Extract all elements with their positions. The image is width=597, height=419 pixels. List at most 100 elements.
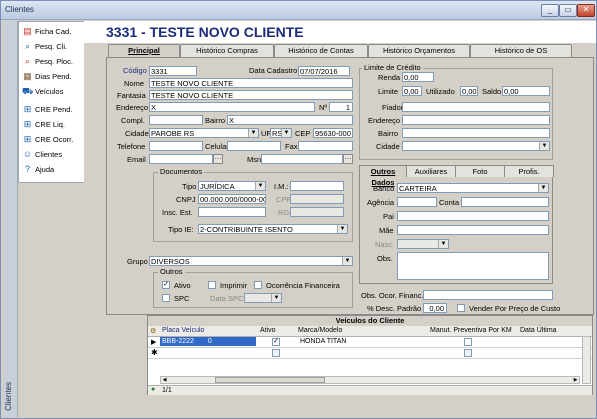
- vertical-scrollbar[interactable]: [582, 336, 591, 384]
- numero-label: Nº: [319, 103, 328, 112]
- email-field[interactable]: [149, 154, 213, 164]
- tab-historico-contas[interactable]: Histórico de Contas: [274, 44, 368, 57]
- menu-item-label: Ajuda: [35, 165, 55, 174]
- menu-item-3[interactable]: ▦ Dias Pend.: [19, 69, 84, 84]
- nasc-field[interactable]: ▼: [397, 239, 449, 249]
- pai-label: Pai: [383, 212, 394, 221]
- menu-item-0[interactable]: ▤ Ficha Cad.: [19, 24, 84, 39]
- cnpj-field[interactable]: 00.000.000/0000-00: [198, 194, 266, 204]
- col-data-ultima[interactable]: Data Última: [520, 327, 557, 336]
- data-spc-field[interactable]: ▼: [244, 293, 282, 303]
- scroll-left-icon[interactable]: ◀: [161, 377, 168, 383]
- table-row[interactable]: ▶ BBB-2222 0 ✓ HONDA TITAN: [148, 337, 592, 348]
- fax-field[interactable]: [298, 141, 353, 151]
- tab-historico-compras[interactable]: Histórico Compras: [180, 44, 274, 57]
- agencia-field[interactable]: [397, 197, 437, 207]
- data-cadastro-label: Data Cadastro: [249, 66, 298, 75]
- bairro-field[interactable]: X: [227, 115, 353, 125]
- scroll-right-icon[interactable]: ▶: [572, 377, 579, 383]
- subtab-profis[interactable]: Profis.: [504, 165, 554, 177]
- tipo-ie-select[interactable]: 2-CONTRIBUINTE ISENTO ▼: [198, 224, 348, 234]
- utilizado-field[interactable]: 0,00: [460, 86, 478, 96]
- desc-padrao-field[interactable]: 0,00: [423, 303, 447, 313]
- menu-item-1[interactable]: ⌕ Pesq. Cli.: [19, 39, 84, 54]
- endereco-field[interactable]: X: [149, 102, 315, 112]
- spc-checkbox[interactable]: [162, 294, 170, 302]
- ocorrencia-checkbox[interactable]: [254, 281, 262, 289]
- codigo-field[interactable]: 3331: [149, 66, 197, 76]
- banco-select[interactable]: CARTEIRA ▼: [397, 183, 549, 193]
- rg-label: RG: [278, 208, 290, 217]
- tab-principal[interactable]: Principal: [108, 44, 180, 58]
- rg-field[interactable]: [290, 207, 344, 217]
- cidade-select[interactable]: PAROBE RS ▼: [149, 128, 259, 138]
- msn-field[interactable]: [261, 154, 343, 164]
- imprimir-checkbox[interactable]: [208, 281, 216, 289]
- celular-field[interactable]: [227, 141, 281, 151]
- row-manut-checkbox[interactable]: [464, 338, 472, 346]
- cre-pend-icon: ⊞: [23, 104, 32, 114]
- restore-button[interactable]: ▭: [559, 4, 577, 17]
- mae-field[interactable]: [397, 225, 549, 235]
- minimize-button[interactable]: _: [541, 4, 559, 17]
- horizontal-scrollbar[interactable]: ◀ ▶: [160, 376, 580, 384]
- placa-cell[interactable]: BBB-2222 0: [160, 337, 256, 346]
- grupo-select[interactable]: DIVERSOS ▼: [149, 256, 353, 266]
- email-lookup-button[interactable]: …: [213, 154, 223, 164]
- data-cadastro-field[interactable]: 07/07/2016: [298, 66, 350, 76]
- subtab-auxiliares[interactable]: Auxiliares: [406, 165, 456, 177]
- im-field[interactable]: [290, 181, 344, 191]
- col-placa[interactable]: Placa Veículo: [162, 327, 204, 336]
- cre-ocorr-icon: ⊞: [23, 134, 32, 144]
- col-ativo[interactable]: Ativo: [260, 327, 276, 336]
- cpf-field[interactable]: [290, 194, 344, 204]
- msn-lookup-button[interactable]: …: [343, 154, 353, 164]
- msn-label: Msn: [247, 155, 262, 164]
- table-row-new[interactable]: ✱: [148, 348, 592, 359]
- tab-historico-orcamentos[interactable]: Histórico Orçamentos: [368, 44, 470, 57]
- obs-textarea[interactable]: [397, 252, 549, 280]
- scroll-thumb[interactable]: [215, 377, 325, 383]
- menu-item-6[interactable]: ⊞ CRE Liq.: [19, 117, 84, 132]
- conta-field[interactable]: [461, 197, 549, 207]
- subtab-foto[interactable]: Foto: [455, 165, 505, 177]
- fantasia-field[interactable]: TESTE NOVO CLIENTE: [149, 90, 353, 100]
- cep-field[interactable]: 95630-000: [313, 128, 353, 138]
- limite-field[interactable]: 0,00: [402, 86, 422, 96]
- menu-item-9[interactable]: ? Ajuda: [19, 162, 84, 177]
- credito-cidade-select[interactable]: ▼: [402, 141, 550, 151]
- grid-settings-icon[interactable]: ⚙: [150, 327, 156, 336]
- pai-field[interactable]: [397, 211, 549, 221]
- obs-ocor-field[interactable]: [423, 290, 553, 300]
- menu-item-8[interactable]: ☺ Clientes: [19, 147, 84, 162]
- numero-field[interactable]: 1: [329, 102, 353, 112]
- fiador-field[interactable]: [402, 102, 550, 112]
- nome-field[interactable]: TESTE NOVO CLIENTE: [149, 78, 353, 88]
- new-row-manut-checkbox[interactable]: [464, 349, 472, 357]
- fantasia-label: Fantasia: [117, 91, 146, 100]
- vender-custo-checkbox[interactable]: [457, 304, 465, 312]
- col-marca[interactable]: Marca/Modelo: [298, 327, 342, 336]
- insc-est-field[interactable]: [198, 207, 266, 217]
- new-row-ativo-checkbox[interactable]: [272, 349, 280, 357]
- menu-item-4[interactable]: ⛟ Veículos: [19, 84, 84, 99]
- menu-item-label: CRE Liq.: [35, 120, 66, 129]
- menu-item-7[interactable]: ⊞ CRE Ocorr.: [19, 132, 84, 147]
- renda-field[interactable]: 0,00: [402, 72, 434, 82]
- menu-item-5[interactable]: ⊞ CRE Pend.: [19, 102, 84, 117]
- menu-item-2[interactable]: ⌕ Pesq. Ploc.: [19, 54, 84, 69]
- compl-field[interactable]: [149, 115, 203, 125]
- subtab-outros-dados[interactable]: Outros Dados: [359, 165, 407, 187]
- credito-endereco-field[interactable]: [402, 115, 550, 125]
- saldo-field[interactable]: 0,00: [502, 86, 550, 96]
- ativo-checkbox[interactable]: ✓: [162, 281, 170, 289]
- tipo-select[interactable]: JURÍDICA ▼: [198, 181, 266, 191]
- chevron-down-icon: ▼: [342, 257, 352, 265]
- close-button[interactable]: ✕: [577, 4, 595, 17]
- telefone-field[interactable]: [149, 141, 203, 151]
- credito-bairro-field[interactable]: [402, 128, 550, 138]
- uf-select[interactable]: RS ▼: [270, 128, 292, 138]
- tab-historico-os[interactable]: Histórico de OS: [470, 44, 572, 57]
- row-ativo-checkbox[interactable]: ✓: [272, 338, 280, 346]
- col-manut[interactable]: Manut. Preventiva Por KM: [430, 327, 512, 336]
